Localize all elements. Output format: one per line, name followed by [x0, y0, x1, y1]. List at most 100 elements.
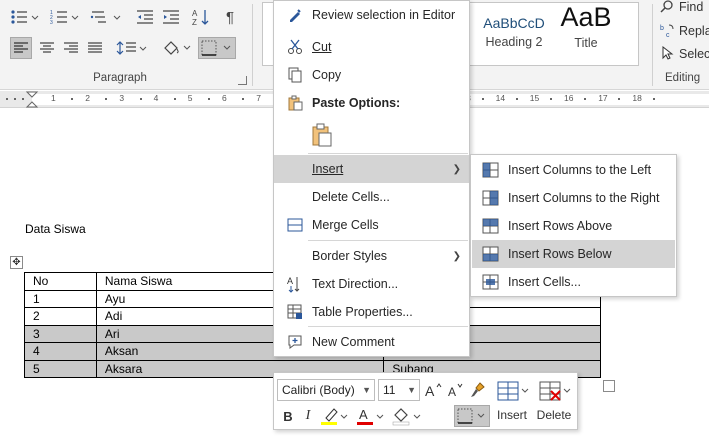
- menu-separator: [308, 326, 468, 327]
- menu-item-delete-cells[interactable]: Delete Cells...: [274, 183, 469, 211]
- bold-button[interactable]: B: [280, 405, 296, 427]
- paint-bucket-icon: [164, 41, 191, 55]
- menu-item-review-editor[interactable]: Review selection in Editor: [274, 1, 469, 29]
- multilevel-list-button[interactable]: [88, 6, 126, 28]
- ruler-tick: [549, 98, 552, 100]
- scissors-icon: [286, 38, 304, 56]
- table-cell[interactable]: 3: [24, 324, 97, 343]
- indent-marker-icon[interactable]: [26, 91, 40, 108]
- shrink-font-button[interactable]: A: [446, 379, 466, 401]
- paste-option-keep-formatting[interactable]: [310, 121, 334, 149]
- justify-icon: [88, 42, 102, 53]
- ruler-number: 14: [495, 93, 506, 103]
- line-spacing-button[interactable]: [114, 37, 150, 59]
- highlight-button[interactable]: [320, 405, 350, 427]
- replace-label: Replac: [679, 24, 709, 38]
- menu-item-label: Review selection in Editor: [312, 8, 456, 22]
- insert-label: Insert: [496, 408, 527, 422]
- insert-row-below-icon: [482, 246, 499, 262]
- ruler-tick: [207, 98, 210, 100]
- numbering-icon: 123: [50, 10, 79, 25]
- ruler-number: 17: [598, 93, 608, 103]
- menu-item-label: Insert: [312, 162, 343, 176]
- bold-icon: B: [283, 408, 293, 424]
- svg-text:A: A: [192, 9, 198, 18]
- paragraph-dialog-launcher[interactable]: [238, 76, 247, 85]
- ruler-tick: [6, 98, 8, 100]
- menu-item-table-properties[interactable]: Table Properties...: [274, 298, 469, 326]
- insert-cells-icon: [482, 274, 499, 290]
- table-header-cell[interactable]: No: [24, 272, 97, 291]
- table-cell[interactable]: 5: [24, 359, 97, 378]
- table-move-handle[interactable]: ✥: [10, 256, 23, 269]
- grow-font-button[interactable]: A: [424, 379, 444, 401]
- submenu-item-insert-columns-left[interactable]: Insert Columns to the Left: [472, 156, 675, 184]
- menu-item-new-comment[interactable]: New Comment: [274, 328, 469, 356]
- ruler-tick: [618, 98, 621, 100]
- italic-button[interactable]: I: [300, 405, 316, 427]
- paintbrush-icon: [471, 382, 485, 397]
- replace-icon: bc: [660, 23, 676, 40]
- select-button[interactable]: Select: [660, 44, 709, 64]
- align-left-button[interactable]: [10, 37, 32, 59]
- submenu-item-insert-rows-below[interactable]: Insert Rows Below: [472, 240, 675, 268]
- numbering-button[interactable]: 123: [48, 6, 82, 28]
- font-color-button[interactable]: A: [356, 405, 386, 427]
- submenu-item-insert-columns-right[interactable]: Insert Columns to the Right: [472, 184, 675, 212]
- cursor-icon: [660, 45, 676, 63]
- submenu-item-insert-rows-above[interactable]: Insert Rows Above: [472, 212, 675, 240]
- menu-item-insert[interactable]: Insert ❯: [274, 155, 469, 183]
- menu-item-paste-options: Paste Options:: [274, 89, 469, 117]
- paragraph-group-label: Paragraph: [93, 72, 147, 84]
- format-painter-button[interactable]: [468, 379, 488, 401]
- ruler-tick: [105, 98, 108, 100]
- ruler-number: 3: [119, 93, 125, 103]
- menu-item-border-styles[interactable]: Border Styles ❯: [274, 242, 469, 270]
- menu-item-cut[interactable]: Cut: [274, 33, 469, 61]
- insert-submenu: Insert Columns to the Left Insert Column…: [470, 154, 677, 297]
- paint-bucket-icon: [392, 408, 421, 426]
- table-cell[interactable]: 2: [24, 307, 97, 326]
- bullets-button[interactable]: [8, 6, 42, 28]
- decrease-indent-button[interactable]: [134, 6, 156, 28]
- move-icon: ✥: [12, 257, 21, 268]
- show-formatting-button[interactable]: ¶: [220, 6, 240, 28]
- sort-button[interactable]: AZ: [190, 6, 212, 28]
- align-center-button[interactable]: [36, 37, 58, 59]
- borders-button[interactable]: [198, 37, 236, 59]
- submenu-item-label: Insert Cells...: [508, 275, 581, 289]
- table-resize-handle[interactable]: [603, 380, 615, 392]
- menu-item-text-direction[interactable]: A Text Direction...: [274, 270, 469, 298]
- cell-shading-button[interactable]: [392, 405, 424, 427]
- mini-delete-button[interactable]: Delete: [536, 377, 572, 427]
- mini-insert-button[interactable]: Insert: [494, 377, 530, 427]
- delete-label: Delete: [536, 408, 572, 422]
- table-cell[interactable]: 1: [24, 289, 97, 308]
- menu-item-label: Border Styles: [312, 249, 388, 263]
- mini-borders-button[interactable]: [454, 405, 490, 427]
- ruler-number: 4: [153, 93, 159, 103]
- submenu-item-insert-cells[interactable]: Insert Cells...: [472, 268, 675, 296]
- replace-button[interactable]: bc Replac: [660, 21, 709, 41]
- menu-item-merge-cells[interactable]: Merge Cells: [274, 211, 469, 239]
- style-heading-2[interactable]: AaBbCcD Heading 2: [479, 3, 549, 65]
- align-right-button[interactable]: [60, 37, 82, 59]
- table-cell[interactable]: 4: [24, 342, 97, 361]
- font-size-combo[interactable]: 11 ▼: [378, 379, 420, 401]
- font-name-combo[interactable]: Calibri (Body) ▼: [277, 379, 375, 401]
- justify-button[interactable]: [84, 37, 106, 59]
- menu-item-label: Cut: [312, 40, 331, 54]
- insert-table-icon: [497, 381, 529, 401]
- context-menu: Review selection in Editor Cut Copy Past…: [273, 0, 470, 357]
- style-name: Title: [574, 36, 598, 50]
- insert-column-left-icon: [482, 162, 499, 178]
- menu-item-copy[interactable]: Copy: [274, 61, 469, 89]
- ruler-tick: [515, 98, 518, 100]
- insert-row-above-icon: [482, 218, 499, 234]
- increase-indent-button[interactable]: [160, 6, 182, 28]
- find-button[interactable]: Find: [660, 0, 703, 17]
- style-title[interactable]: AaB Title: [551, 3, 621, 65]
- shading-button[interactable]: [160, 37, 194, 59]
- paste-icon: [286, 94, 304, 112]
- document-heading: Data Siswa: [25, 222, 86, 236]
